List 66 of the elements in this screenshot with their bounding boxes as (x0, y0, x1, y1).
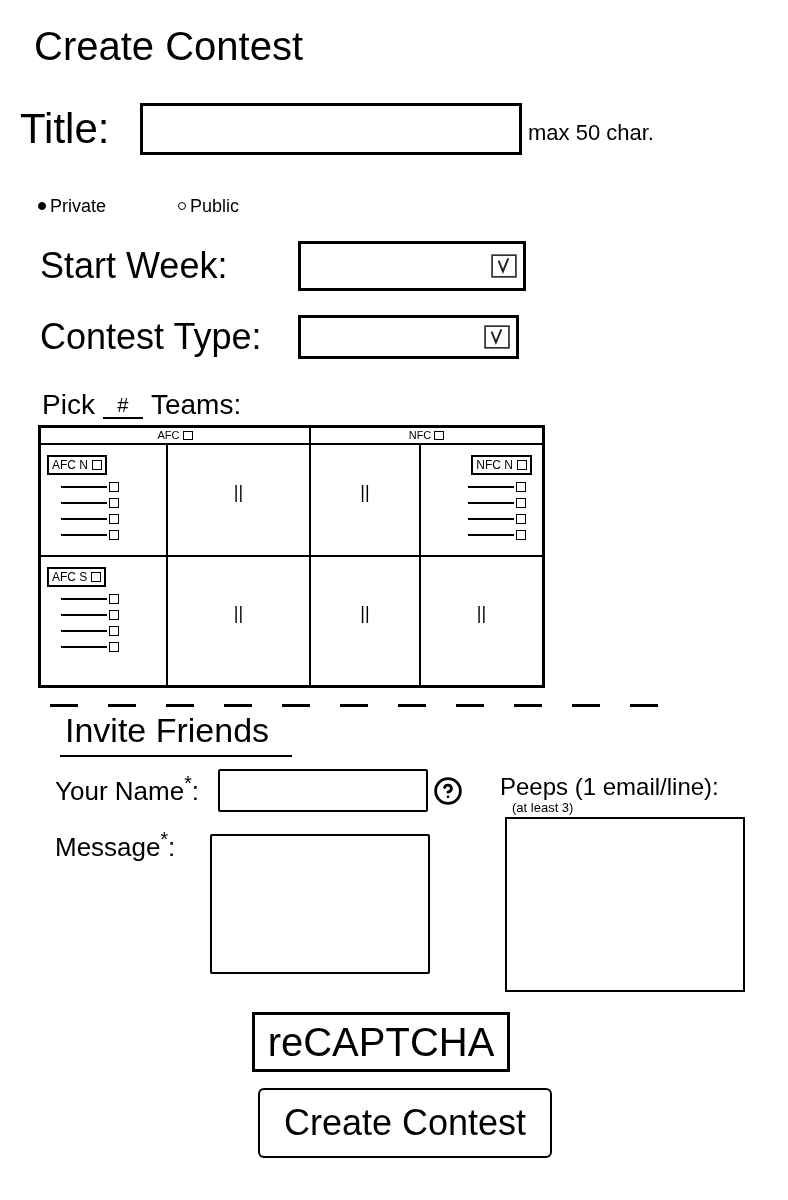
conference-checkbox[interactable] (182, 431, 193, 440)
message-textarea[interactable] (210, 834, 430, 974)
help-icon[interactable] (434, 776, 462, 805)
select-field[interactable] (298, 315, 519, 359)
ditto-mark: || (476, 604, 487, 622)
field-label: Message$^{*}$: (55, 834, 177, 860)
placeholder-line (61, 502, 107, 504)
conference-name: AFC (157, 430, 180, 441)
title-input[interactable] (140, 103, 522, 155)
section-heading: Invite Friends (65, 713, 270, 747)
conference-checkbox[interactable] (434, 431, 445, 440)
radio-button[interactable] (178, 202, 187, 210)
team-checkbox[interactable] (516, 530, 526, 540)
recaptcha-box[interactable]: reCAPTCHA (252, 1012, 510, 1072)
team-checkbox[interactable] (516, 514, 526, 524)
division-checkbox[interactable] (92, 460, 102, 470)
team-checkbox[interactable] (109, 498, 119, 508)
placeholder-line (468, 534, 514, 536)
radio-label: Public (190, 197, 240, 215)
placeholder-line (61, 518, 107, 520)
placeholder-line (61, 646, 107, 648)
placeholder-line (61, 534, 107, 536)
name-input[interactable] (218, 769, 428, 812)
ditto-mark: || (233, 604, 244, 622)
team-checkbox[interactable] (109, 594, 119, 604)
field-label: Contest Type: (40, 319, 263, 355)
placeholder-line (468, 486, 514, 488)
field-note: (at least 3) (512, 801, 575, 814)
placeholder-line (468, 518, 514, 520)
conference-name: NFC (408, 430, 432, 441)
field-note: max 50 char. (528, 122, 654, 144)
placeholder-line (61, 598, 107, 600)
dropdown-icon[interactable] (484, 325, 510, 349)
placeholder-line (468, 502, 514, 504)
field-label: Your Name$^{*}$: (55, 777, 200, 804)
ditto-mark: || (233, 483, 244, 501)
field-label: Teams: (150, 391, 242, 419)
team-checkbox[interactable] (516, 482, 526, 492)
create-contest-button[interactable]: Create Contest (258, 1088, 552, 1158)
radio-button[interactable] (38, 202, 46, 210)
division-checkbox[interactable] (91, 572, 102, 582)
team-checkbox[interactable] (516, 498, 526, 508)
radio-label: Private (50, 197, 107, 215)
team-checkbox[interactable] (109, 482, 119, 492)
ditto-mark: || (360, 483, 370, 501)
division-name: NFC N (476, 459, 513, 471)
placeholder-line (61, 486, 107, 488)
field-label: Title: (20, 108, 111, 150)
division-checkbox[interactable] (517, 460, 527, 470)
team-checkbox[interactable] (109, 626, 119, 636)
division-name: AFC S (52, 571, 88, 583)
page-title: Create Contest (34, 26, 304, 66)
ditto-mark: || (360, 604, 370, 622)
field-label: Pick (42, 391, 95, 419)
placeholder-line (61, 614, 107, 616)
field-label: Peeps (1 email/line): (500, 775, 720, 799)
team-checkbox[interactable] (109, 642, 119, 652)
field-label: Start Week: (40, 248, 229, 284)
emails-textarea[interactable] (505, 817, 745, 992)
select-field[interactable] (298, 241, 526, 291)
team-checkbox[interactable] (109, 530, 119, 540)
team-checkbox[interactable] (109, 514, 119, 524)
team-checkbox[interactable] (109, 610, 119, 620)
placeholder-line (61, 630, 107, 632)
division-name: AFC N (52, 459, 88, 471)
dropdown-icon[interactable] (491, 254, 517, 278)
